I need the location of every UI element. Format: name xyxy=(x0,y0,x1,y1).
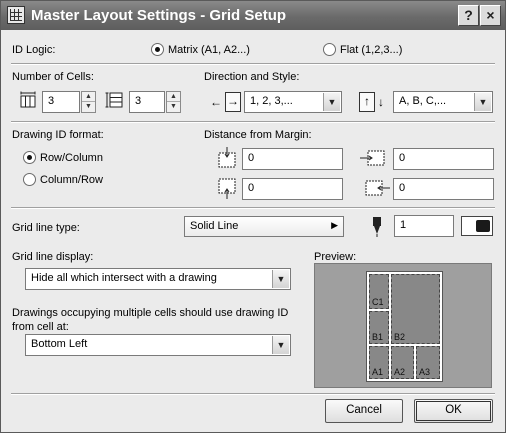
direction-right-button[interactable]: → xyxy=(225,92,241,112)
letter-style-value: A, B, C,... xyxy=(399,95,447,107)
preview-panel: C1 B2 B1 A1 A2 A3 xyxy=(314,263,492,388)
chevron-down-icon[interactable]: ▼ xyxy=(323,93,340,111)
radio-row-column-label[interactable]: Row/Column xyxy=(40,152,103,164)
radio-column-row[interactable] xyxy=(23,173,36,186)
spinner-down-icon[interactable]: ▼ xyxy=(82,102,95,112)
pen-number-field[interactable]: 1 xyxy=(394,215,454,237)
number-style-value: 1, 2, 3,... xyxy=(250,95,293,107)
spinner-up-icon[interactable]: ▲ xyxy=(167,92,180,102)
chevron-down-icon[interactable]: ▼ xyxy=(474,93,491,111)
preview-cell: A1 xyxy=(369,346,389,379)
radio-matrix-label[interactable]: Matrix (A1, A2...) xyxy=(168,44,250,56)
divider xyxy=(11,393,495,395)
preview-cell: A2 xyxy=(391,346,414,379)
margin-left-icon xyxy=(360,150,385,166)
divider xyxy=(11,63,495,65)
preview-cell: B1 xyxy=(369,311,389,344)
margin-bottom-icon xyxy=(218,178,236,199)
direction-style-label: Direction and Style: xyxy=(204,71,300,83)
distance-from-margin-label: Distance from Margin: xyxy=(204,129,312,141)
divider xyxy=(11,207,495,209)
number-style-dropdown[interactable]: 1, 2, 3,... ▼ xyxy=(244,91,342,113)
rows-count-field[interactable]: 3 xyxy=(129,91,165,113)
multi-cell-dropdown[interactable]: Bottom Left ▼ xyxy=(25,334,291,356)
radio-flat[interactable] xyxy=(323,43,336,56)
radio-column-row-label[interactable]: Column/Row xyxy=(40,174,103,186)
id-logic-label: ID Logic: xyxy=(12,44,56,56)
multi-cell-label: Drawings occupying multiple cells should… xyxy=(12,307,289,333)
grid-line-display-label: Grid line display: xyxy=(12,251,94,263)
preview-cell: A3 xyxy=(416,346,440,379)
chevron-down-icon[interactable]: ▼ xyxy=(272,336,289,354)
drawing-id-format-label: Drawing ID format: xyxy=(12,129,104,141)
dialog-window: Master Layout Settings - Grid Setup ? × … xyxy=(0,0,506,433)
preview-cell: B2 xyxy=(391,274,440,344)
margin-top-icon xyxy=(218,147,236,168)
pen-color-swatch[interactable] xyxy=(461,216,493,236)
margin-left-field[interactable]: 0 xyxy=(393,148,494,170)
line-type-value: Solid Line xyxy=(190,220,239,232)
spinner-down-icon[interactable]: ▼ xyxy=(167,102,180,112)
divider xyxy=(11,121,495,123)
columns-spinner[interactable]: ▲ ▼ xyxy=(81,91,96,113)
radio-matrix[interactable] xyxy=(151,43,164,56)
grid-line-type-label: Grid line type: xyxy=(12,222,80,234)
line-type-popup[interactable]: Solid Line ▶ xyxy=(184,216,344,237)
preview-label: Preview: xyxy=(314,251,357,263)
letter-style-dropdown[interactable]: A, B, C,... ▼ xyxy=(393,91,493,113)
title-bar[interactable]: Master Layout Settings - Grid Setup ? × xyxy=(1,1,505,30)
columns-count-field[interactable]: 3 xyxy=(42,91,80,113)
help-button[interactable]: ? xyxy=(458,5,479,26)
chevron-down-icon[interactable]: ▼ xyxy=(272,270,289,288)
columns-icon xyxy=(20,91,36,108)
margin-right-field[interactable]: 0 xyxy=(393,178,494,200)
multi-cell-value: Bottom Left xyxy=(31,338,88,350)
close-button[interactable]: × xyxy=(480,5,501,26)
rows-spinner[interactable]: ▲ ▼ xyxy=(166,91,181,113)
radio-flat-label[interactable]: Flat (1,2,3...) xyxy=(340,44,402,56)
grid-display-value: Hide all which intersect with a drawing xyxy=(31,272,217,284)
window-title: Master Layout Settings - Grid Setup xyxy=(31,7,287,24)
preview-cell: C1 xyxy=(369,274,389,309)
pen-icon xyxy=(373,217,381,237)
number-of-cells-label: Number of Cells: xyxy=(12,71,94,83)
spinner-up-icon[interactable]: ▲ xyxy=(82,92,95,102)
margin-bottom-field[interactable]: 0 xyxy=(242,178,343,200)
grid-display-dropdown[interactable]: Hide all which intersect with a drawing … xyxy=(25,268,291,290)
grid-app-icon xyxy=(7,6,25,24)
ok-button[interactable]: OK xyxy=(414,399,493,423)
direction-up-button[interactable]: ↑ xyxy=(359,92,375,112)
arrow-left-icon: ← xyxy=(210,95,222,109)
cancel-button[interactable]: Cancel xyxy=(325,399,403,423)
radio-row-column[interactable] xyxy=(23,151,36,164)
rows-icon xyxy=(105,92,123,108)
margin-top-field[interactable]: 0 xyxy=(242,148,343,170)
margin-right-icon xyxy=(365,180,390,196)
arrow-down-icon: ↓ xyxy=(378,95,384,109)
preview-sheet: C1 B2 B1 A1 A2 A3 xyxy=(366,271,443,382)
triangle-right-icon: ▶ xyxy=(331,220,338,230)
